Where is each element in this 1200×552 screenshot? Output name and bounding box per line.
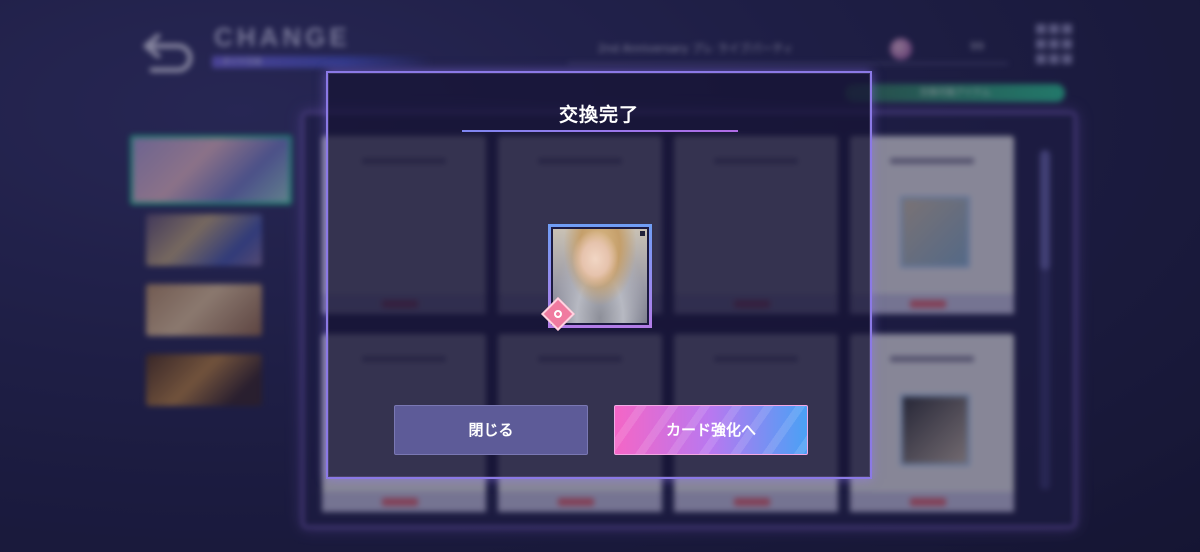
- card-corner-mark: [640, 231, 645, 236]
- close-button[interactable]: 閉じる: [394, 405, 588, 455]
- card-enhance-button[interactable]: カード強化へ: [614, 405, 808, 455]
- dialog-title: 交換完了: [558, 104, 639, 126]
- title-divider: [462, 130, 738, 132]
- exchange-complete-dialog: 交換完了 閉じる カード強化へ: [326, 71, 872, 479]
